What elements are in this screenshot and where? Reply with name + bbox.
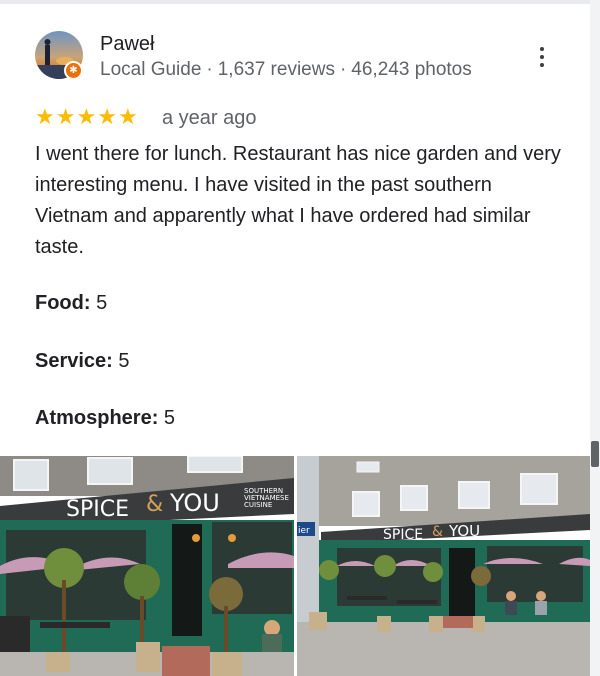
sub-rating-label: Food:	[35, 292, 91, 314]
sub-rating-label: Service:	[35, 350, 113, 372]
sub-rating-value: 5	[118, 350, 130, 372]
star-icon: ★	[76, 105, 97, 130]
review-photo-2[interactable]: ier SPICE & YOU	[297, 456, 590, 676]
sub-rating-service: Service: 5	[35, 350, 130, 373]
review-date: a year ago	[162, 107, 257, 129]
author-photo-count: 46,243 photos	[351, 59, 472, 80]
sub-rating-value: 5	[96, 292, 108, 314]
author-meta: Local Guide · 1,637 reviews · 46,243 photos	[100, 59, 472, 81]
star-rating: ★ ★ ★ ★ ★	[35, 105, 139, 131]
more-vert-icon	[540, 47, 544, 51]
sub-rating-atmosphere: Atmosphere: 5	[35, 407, 175, 430]
sign-spice: SPICE	[66, 497, 129, 522]
sign-you: YOU	[448, 522, 480, 540]
meta-separator: ·	[339, 59, 347, 80]
meta-separator: ·	[206, 59, 213, 80]
star-icon: ★	[97, 105, 117, 130]
local-guide-label: Local Guide	[100, 59, 202, 80]
star-icon: ★	[117, 105, 138, 130]
scrollbar-thumb[interactable]	[591, 441, 599, 467]
review-card: ✱ Paweł Local Guide · 1,637 reviews · 46,243…	[0, 0, 590, 676]
star-icon: ★	[55, 105, 76, 130]
sign-amp: &	[146, 492, 163, 517]
sub-rating-label: Atmosphere:	[35, 407, 159, 429]
star-icon: ★	[35, 105, 55, 130]
sub-rating-food: Food: 5	[35, 292, 107, 315]
author-review-count: 1,637 reviews	[217, 59, 335, 80]
sign-amp: &	[432, 524, 443, 540]
review-text: I went there for lunch. Restaurant has n…	[35, 143, 561, 258]
edge-sign: ier	[298, 526, 310, 536]
scrollbar[interactable]	[590, 0, 600, 676]
more-options-button[interactable]	[530, 44, 554, 70]
author-name[interactable]: Paweł	[100, 33, 154, 56]
local-guide-badge-icon: ✱	[64, 61, 83, 80]
sign-sub: CUISINE	[244, 501, 272, 509]
review-photo-1[interactable]: SPICE & YOU SOUTHERN VIETNAMESE CUISINE	[0, 456, 294, 676]
sub-rating-value: 5	[163, 407, 176, 429]
sign-you: YOU	[169, 489, 220, 517]
